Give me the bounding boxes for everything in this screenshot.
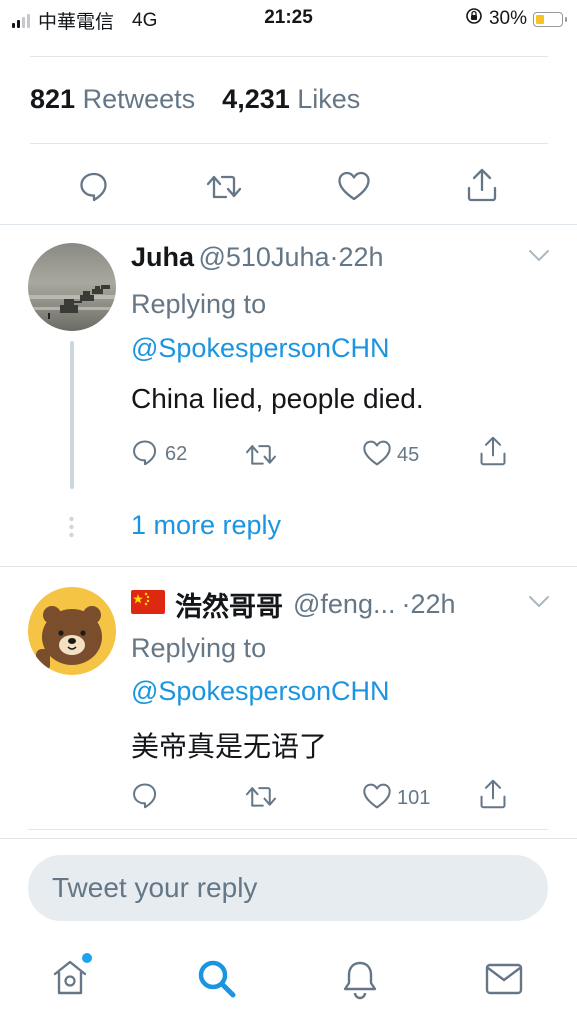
likes-label[interactable]: Likes [297, 84, 360, 114]
replying-to-handle[interactable]: @SpokespersonCHN [131, 676, 390, 707]
reply-timestamp: ·22h [329, 242, 384, 272]
share-icon[interactable] [478, 778, 508, 815]
reply-input[interactable]: Tweet your reply [28, 855, 548, 921]
avatar[interactable] [28, 587, 116, 675]
rotation-lock-icon [465, 7, 483, 31]
like-action[interactable]: 45 [362, 439, 419, 472]
reply-timestamp: ·22h [401, 589, 456, 619]
retweet-icon[interactable] [244, 440, 278, 473]
tweet-stats: 821 Retweets 4,231 Likes [30, 84, 360, 115]
status-bar: 中華電信 4G 21:25 30% [0, 0, 577, 38]
like-action[interactable]: 101 [362, 782, 430, 815]
author-name[interactable]: 浩然哥哥 [175, 585, 283, 624]
reply-icon[interactable] [131, 438, 159, 471]
like-count: 45 [397, 444, 420, 466]
tab-bar [0, 940, 577, 1024]
reply-count: 62 [165, 443, 188, 465]
tab-notifications[interactable] [340, 958, 380, 1000]
notifications-icon[interactable] [340, 958, 380, 1000]
like-icon[interactable] [362, 439, 392, 472]
divider [0, 838, 577, 839]
avatar[interactable] [28, 243, 116, 331]
like-count: 101 [397, 787, 431, 809]
reply-header: Juha @510Juha·22h [131, 242, 384, 273]
divider [28, 829, 548, 830]
like-icon[interactable] [362, 782, 392, 815]
reply-action[interactable]: 62 [131, 438, 187, 471]
search-icon[interactable] [196, 958, 238, 1000]
reply-input-placeholder: Tweet your reply [52, 872, 258, 903]
tab-messages[interactable] [484, 962, 524, 996]
tweet-text: 美帝真是无语了 [131, 731, 328, 762]
reply-icon[interactable] [131, 781, 159, 814]
author-handle[interactable]: @feng... [293, 589, 395, 620]
reply-icon[interactable] [74, 166, 114, 206]
status-right: 30% [465, 7, 567, 31]
replying-to-label: Replying to [131, 289, 267, 319]
chevron-down-icon[interactable] [528, 249, 550, 268]
likes-count[interactable]: 4,231 [222, 84, 290, 114]
author-handle[interactable]: @510Juha [198, 242, 329, 272]
reply-header: 浩然哥哥 @feng... ·22h [131, 585, 456, 624]
retweet-icon[interactable] [202, 166, 246, 206]
replying-to-label: Replying to [131, 633, 267, 663]
divider [30, 56, 548, 57]
tab-home[interactable] [50, 952, 94, 998]
thread-line [70, 341, 74, 489]
author-name[interactable]: Juha [131, 242, 194, 272]
battery-icon [533, 11, 567, 27]
reply-tweet[interactable]: 浩然哥哥 @feng... ·22h Replying to @Spokespe… [0, 567, 577, 829]
retweets-label[interactable]: Retweets [83, 84, 196, 114]
tweet-text: China lied, people died. [131, 383, 424, 414]
battery-percent: 30% [488, 8, 527, 29]
retweet-icon[interactable] [244, 782, 278, 815]
reply-action[interactable] [131, 781, 165, 814]
like-icon[interactable] [334, 166, 374, 206]
flag-icon [131, 590, 165, 619]
more-replies-link[interactable]: 1 more reply [131, 510, 281, 541]
more-dots-icon [69, 515, 74, 541]
messages-icon[interactable] [484, 962, 524, 996]
retweets-count[interactable]: 821 [30, 84, 75, 114]
home-icon[interactable] [50, 952, 94, 998]
share-icon[interactable] [478, 435, 508, 472]
chevron-down-icon[interactable] [528, 595, 550, 614]
tab-search[interactable] [196, 958, 238, 1000]
share-icon[interactable] [462, 164, 502, 206]
divider [30, 143, 548, 144]
replying-to-handle[interactable]: @SpokespersonCHN [131, 333, 390, 364]
reply-tweet[interactable]: Juha @510Juha·22h Replying to @Spokesper… [0, 225, 577, 565]
